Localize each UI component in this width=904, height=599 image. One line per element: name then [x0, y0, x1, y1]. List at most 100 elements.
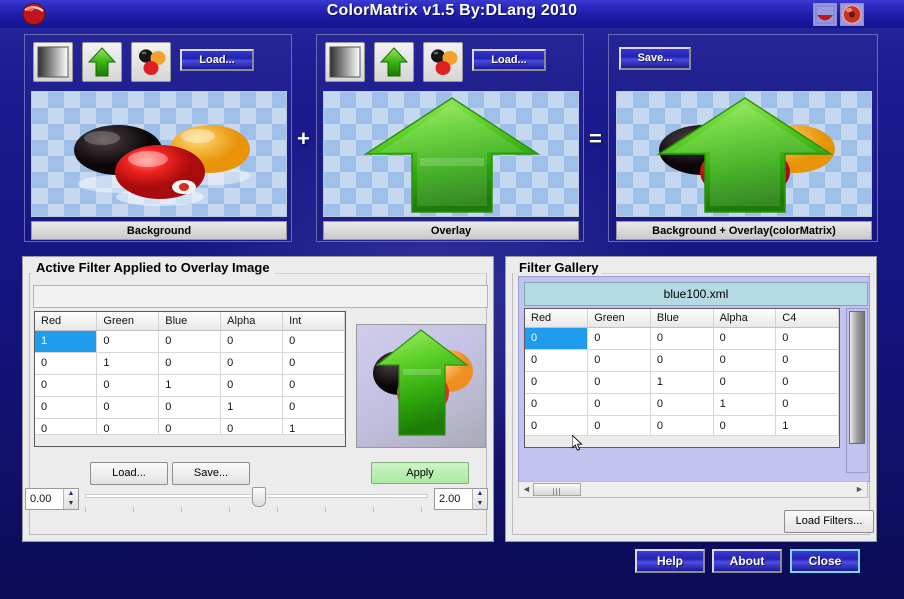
result-image-canvas[interactable] — [616, 91, 872, 217]
cell[interactable]: 0 — [713, 327, 777, 350]
gallery-vertical-scroll-thumb[interactable] — [849, 311, 865, 444]
cell[interactable]: 0 — [282, 396, 345, 419]
grid-footer — [35, 434, 345, 446]
help-button[interactable]: Help — [635, 549, 705, 573]
cell[interactable]: 0 — [587, 349, 651, 372]
cell[interactable]: 1 — [220, 396, 284, 419]
cell[interactable]: 0 — [775, 371, 839, 394]
green-arrow-icon-button[interactable] — [82, 42, 122, 82]
table-row[interactable]: 0 0 0 1 0 — [35, 396, 345, 419]
table-row[interactable]: 0 0 1 0 0 — [35, 374, 345, 397]
cell[interactable]: 0 — [525, 415, 589, 438]
cell[interactable]: 0 — [650, 349, 714, 372]
cell[interactable]: 0 — [587, 371, 651, 394]
result-save-button[interactable]: Save... — [619, 47, 691, 70]
close-donut-icon-button[interactable] — [840, 3, 864, 26]
cell[interactable]: 1 — [158, 374, 222, 397]
scroll-left-arrow-icon[interactable]: ◄ — [520, 483, 533, 496]
cell[interactable]: 0 — [220, 374, 284, 397]
cell[interactable]: 0 — [96, 330, 160, 353]
cell[interactable]: 0 — [525, 371, 589, 394]
cell[interactable]: 1 — [96, 352, 160, 375]
range-min-spinner[interactable]: 0.00 ▲ ▼ — [25, 488, 79, 510]
table-row[interactable]: 0 0 0 0 1 — [525, 415, 839, 438]
cell[interactable]: 0 — [525, 349, 589, 372]
spinner-arrows[interactable]: ▲ ▼ — [63, 489, 78, 509]
table-row[interactable]: 0 0 0 0 0 — [525, 349, 839, 372]
cell[interactable]: 0 — [158, 352, 222, 375]
cell[interactable]: 0 — [96, 374, 160, 397]
cell[interactable]: 0 — [713, 415, 777, 438]
cell[interactable]: 0 — [650, 327, 714, 350]
cell[interactable]: 0 — [282, 330, 345, 353]
spin-down-icon[interactable]: ▼ — [64, 499, 78, 509]
cell[interactable]: 0 — [158, 396, 222, 419]
spin-up-icon[interactable]: ▲ — [473, 489, 487, 499]
table-row[interactable]: 0 0 1 0 0 — [525, 371, 839, 394]
colored-balls-icon-button[interactable] — [131, 42, 171, 82]
cell[interactable]: 0 — [775, 349, 839, 372]
gallery-matrix-grid[interactable]: Red Green Blue Alpha C4 0 0 0 0 0 0 0 0 — [524, 308, 840, 448]
range-max-spinner[interactable]: 2.00 ▲ ▼ — [434, 488, 488, 510]
cell[interactable]: 0 — [650, 415, 714, 438]
cell[interactable]: 0 — [587, 327, 651, 350]
gradient-square-icon-button[interactable] — [325, 42, 365, 82]
spin-up-icon[interactable]: ▲ — [64, 489, 78, 499]
overlay-image-group: Load... Overlay — [316, 34, 584, 242]
cell[interactable]: 0 — [96, 396, 160, 419]
cell[interactable]: 0 — [282, 374, 345, 397]
apply-button[interactable]: Apply — [371, 462, 469, 484]
cell[interactable]: 1 — [35, 330, 98, 353]
column-header-alpha: Alpha — [220, 312, 284, 331]
gallery-horizontal-scrollbar[interactable]: ◄ ► — [518, 481, 868, 498]
cell[interactable]: 0 — [775, 393, 839, 416]
table-row[interactable]: 0 0 0 0 0 — [525, 327, 839, 350]
cell[interactable]: 0 — [158, 330, 222, 353]
cell[interactable]: 0 — [713, 349, 777, 372]
grip-icon — [553, 488, 560, 495]
cell[interactable]: 0 — [775, 327, 839, 350]
cell[interactable]: 0 — [35, 352, 98, 375]
filter-name-input[interactable] — [33, 285, 488, 308]
minimize-cup-icon-button[interactable] — [813, 3, 837, 26]
background-load-button[interactable]: Load... — [180, 49, 254, 71]
cell[interactable]: 0 — [650, 393, 714, 416]
gallery-file-header[interactable]: blue100.xml — [524, 282, 868, 306]
green-arrow-icon-button[interactable] — [374, 42, 414, 82]
spinner-arrows[interactable]: ▲ ▼ — [472, 489, 487, 509]
slider-thumb[interactable] — [252, 487, 266, 507]
close-button[interactable]: Close — [790, 549, 860, 573]
colored-balls-icon-button[interactable] — [423, 42, 463, 82]
gradient-square-icon-button[interactable] — [33, 42, 73, 82]
cell[interactable]: 0 — [587, 393, 651, 416]
table-row[interactable]: 0 1 0 0 0 — [35, 352, 345, 375]
gallery-horizontal-scroll-thumb[interactable] — [533, 483, 581, 496]
cell[interactable]: 1 — [650, 371, 714, 394]
cell[interactable]: 0 — [525, 393, 589, 416]
cell[interactable]: 0 — [587, 415, 651, 438]
cell[interactable]: 0 — [220, 352, 284, 375]
filter-load-button[interactable]: Load... — [90, 462, 168, 485]
table-row[interactable]: 1 0 0 0 0 — [35, 330, 345, 353]
table-row[interactable]: 0 0 0 1 0 — [525, 393, 839, 416]
cell[interactable]: 1 — [775, 415, 839, 438]
column-header-blue: Blue — [650, 309, 714, 328]
cell[interactable]: 0 — [35, 374, 98, 397]
range-slider[interactable] — [85, 485, 428, 515]
about-button[interactable]: About — [712, 549, 782, 573]
filter-save-button[interactable]: Save... — [172, 462, 250, 485]
cell[interactable]: 0 — [713, 371, 777, 394]
load-filters-button[interactable]: Load Filters... — [784, 510, 874, 533]
cell[interactable]: 0 — [220, 330, 284, 353]
spin-down-icon[interactable]: ▼ — [473, 499, 487, 509]
scroll-right-arrow-icon[interactable]: ► — [853, 483, 866, 496]
cell[interactable]: 1 — [713, 393, 777, 416]
cell[interactable]: 0 — [35, 396, 98, 419]
overlay-load-button[interactable]: Load... — [472, 49, 546, 71]
cell[interactable]: 0 — [282, 352, 345, 375]
background-image-canvas[interactable] — [31, 91, 287, 217]
gallery-vertical-scrollbar[interactable] — [846, 308, 868, 473]
active-filter-matrix-grid[interactable]: Red Green Blue Alpha Int 1 0 0 0 0 0 1 0 — [34, 311, 346, 447]
overlay-image-canvas[interactable] — [323, 91, 579, 217]
cell[interactable]: 0 — [525, 327, 589, 350]
